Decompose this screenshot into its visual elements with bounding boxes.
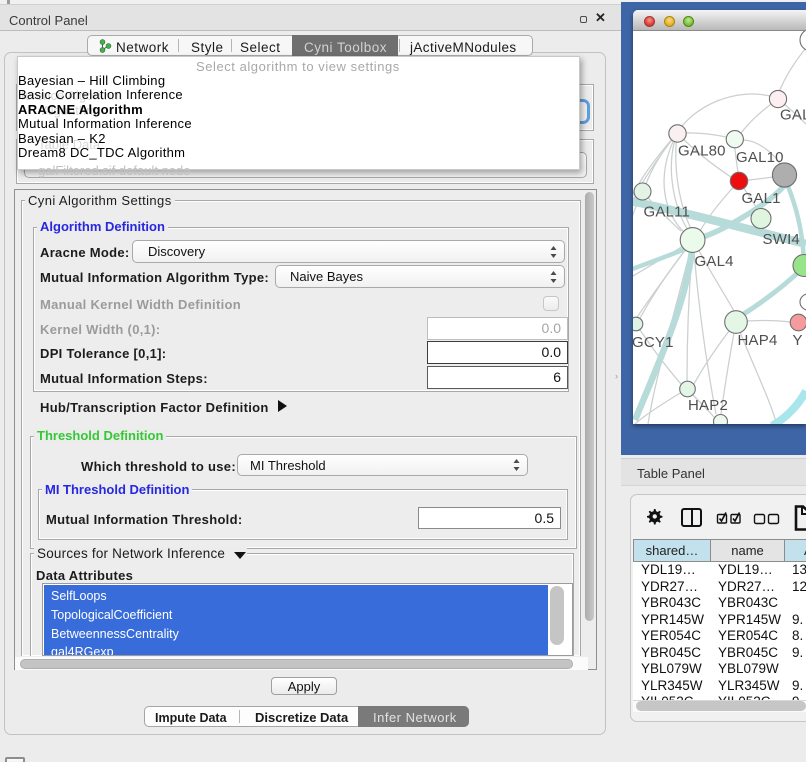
svg-text:GCY1: GCY1 bbox=[633, 334, 674, 351]
svg-text:GAL10: GAL10 bbox=[736, 149, 784, 166]
svg-text:GAL7: GAL7 bbox=[780, 107, 806, 124]
svg-text:GAL1: GAL1 bbox=[742, 190, 781, 207]
svg-text:Y: Y bbox=[793, 332, 803, 349]
svg-text:GAL80: GAL80 bbox=[678, 143, 726, 160]
svg-text:GAL4: GAL4 bbox=[695, 253, 734, 270]
svg-text:GAL11: GAL11 bbox=[644, 204, 691, 221]
svg-text:HAP4: HAP4 bbox=[738, 332, 778, 349]
svg-text:HAP2: HAP2 bbox=[688, 397, 728, 414]
svg-text:SWI4: SWI4 bbox=[763, 231, 800, 248]
